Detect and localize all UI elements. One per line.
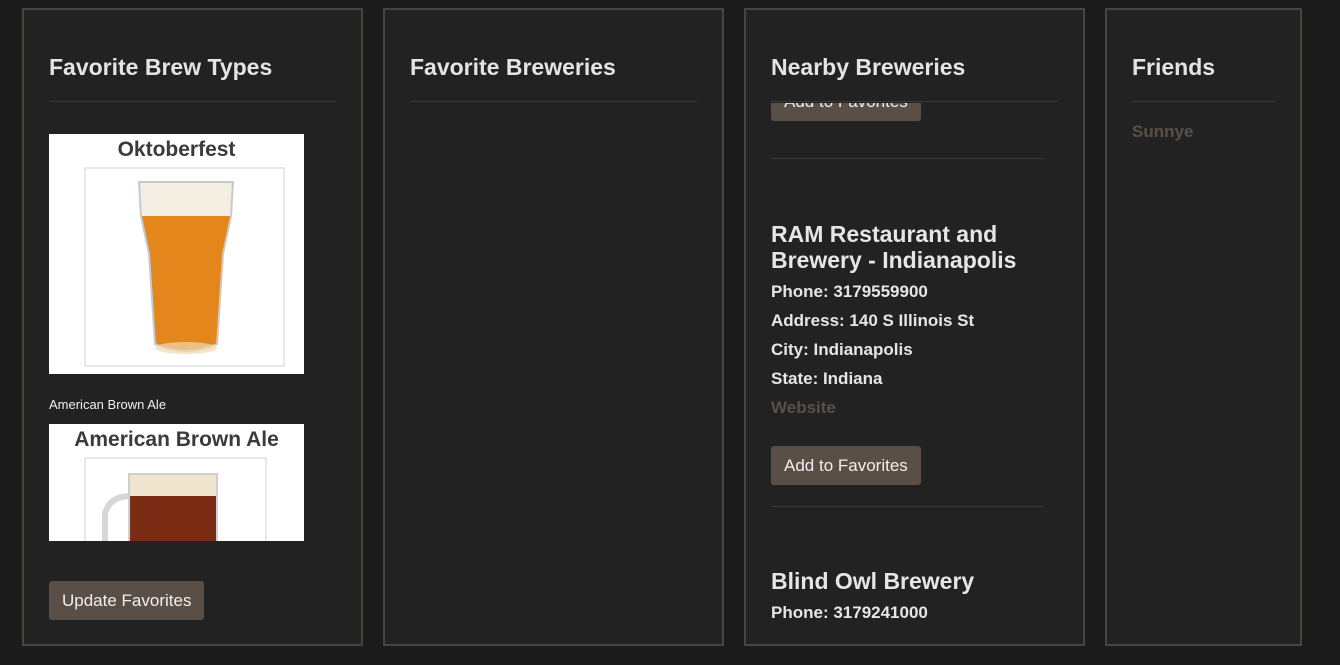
friends-panel: Friends Sunnye [1105, 8, 1302, 646]
title-divider [1132, 101, 1275, 102]
brew-type-card-american-brown-ale[interactable]: American Brown Ale [49, 424, 304, 541]
nearby-breweries-list[interactable]: Add to Favorites RAM Restaurant and Brew… [771, 103, 1083, 644]
add-to-favorites-button[interactable]: Add to Favorites [771, 446, 921, 485]
update-favorites-button[interactable]: Update Favorites [49, 581, 205, 620]
friend-link[interactable]: Sunnye [1132, 122, 1193, 142]
brewery-state: State: Indiana [771, 369, 883, 388]
brewery-phone: Phone: 3179559900 [771, 282, 928, 301]
panel-title: Friends [1132, 54, 1216, 80]
nearby-breweries-panel: Nearby Breweries Add to Favorites RAM Re… [744, 8, 1085, 646]
panel-title: Favorite Breweries [410, 54, 616, 80]
favorite-breweries-panel: Favorite Breweries [383, 8, 724, 646]
pint-glass-icon [84, 167, 285, 367]
list-divider [771, 506, 1043, 507]
beer-mug-icon [84, 457, 267, 541]
title-divider [49, 101, 336, 102]
title-divider [771, 101, 1058, 102]
brewery-phone: Phone: 3179241000 [771, 603, 928, 622]
panel-title: Nearby Breweries [771, 54, 966, 80]
brewery-name: RAM Restaurant and Brewery - Indianapoli… [771, 221, 1017, 273]
brew-type-card-oktoberfest[interactable]: Oktoberfest [49, 134, 304, 374]
brew-type-caption: American Brown Ale [49, 397, 167, 412]
favorite-brew-types-panel: Favorite Brew Types Oktoberfest American… [22, 8, 363, 646]
brewery-name: Blind Owl Brewery [771, 568, 975, 594]
brewery-address: Address: 140 S Illinois St [771, 311, 975, 330]
list-divider [771, 158, 1043, 159]
panel-title: Favorite Brew Types [49, 54, 273, 80]
add-to-favorites-button[interactable]: Add to Favorites [771, 103, 921, 121]
title-divider [410, 101, 697, 102]
brewery-city: City: Indianapolis [771, 340, 913, 359]
brewery-website-link[interactable]: Website [771, 398, 836, 418]
